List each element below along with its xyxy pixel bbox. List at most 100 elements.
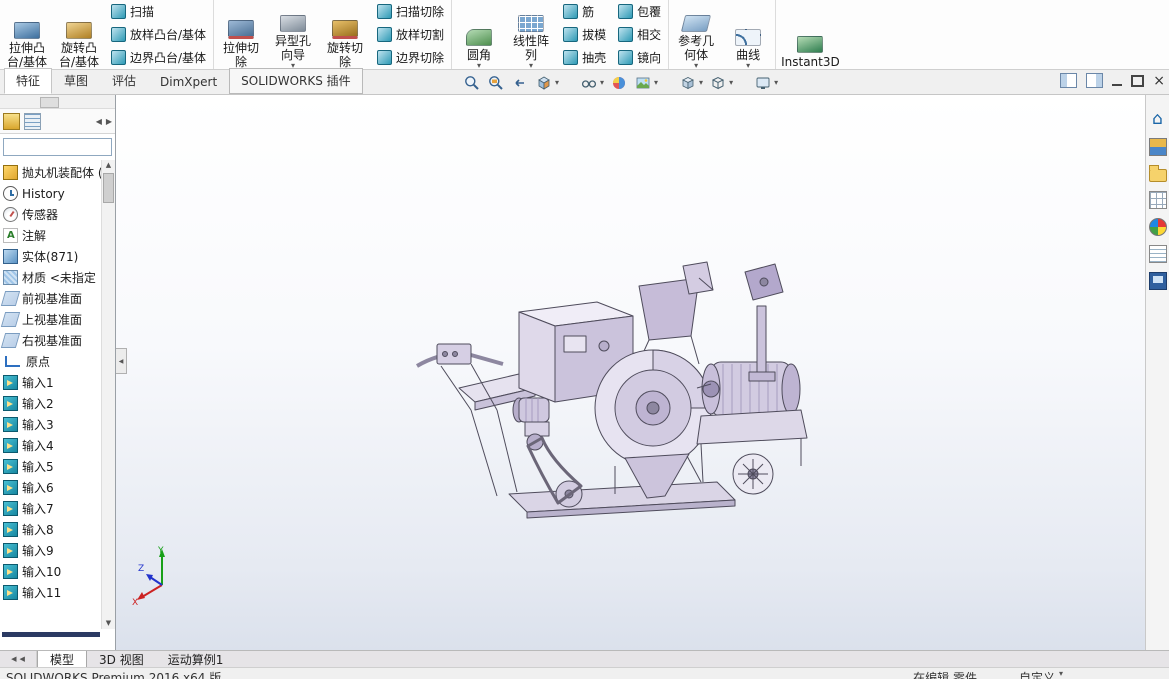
tree-item-input-4[interactable]: 输入4 [3, 435, 101, 456]
tree-item-origin[interactable]: 原点 [3, 351, 101, 372]
hide-show-items-icon[interactable] [579, 73, 598, 92]
shell-button[interactable]: 抽壳 [558, 46, 611, 69]
sweep-cut-button[interactable]: 扫描切除 [372, 0, 449, 23]
loft-boss-button[interactable]: 放样凸台/基体 [106, 23, 211, 46]
tab-evaluate[interactable]: 评估 [100, 68, 148, 94]
boundary-boss-button[interactable]: 边界凸台/基体 [106, 46, 211, 69]
linear-pattern-button[interactable]: 线性阵列 [506, 5, 556, 69]
tab-sketch[interactable]: 草图 [52, 68, 100, 94]
close-button[interactable]: × [1153, 74, 1165, 88]
tree-item-input-10[interactable]: 输入10 [3, 561, 101, 582]
extrude-cut-button[interactable]: 拉伸切除 [216, 5, 266, 69]
wrap-button[interactable]: 包覆 [613, 0, 666, 23]
solidworks-forum-icon[interactable] [1148, 272, 1167, 290]
tree-item-material[interactable]: 材质 <未指定 [3, 267, 101, 288]
tree-item-solid-bodies[interactable]: 实体(871) [3, 246, 101, 267]
dropdown-arrow-icon[interactable]: ▾ [699, 78, 703, 87]
pane-left-icon[interactable] [1060, 73, 1078, 88]
tree-scrollbar[interactable]: ▲ ▼ [101, 160, 115, 629]
minimize-button[interactable] [1112, 83, 1123, 86]
tab-dimxpert[interactable]: DimXpert [148, 71, 229, 94]
revolve-boss-button[interactable]: 旋转凸 台/基体 [54, 5, 104, 69]
tree-item-right-plane[interactable]: 右视基准面 [0, 330, 101, 351]
dropdown-arrow-icon[interactable]: ▾ [555, 78, 559, 87]
dropdown-arrow-icon[interactable]: ▾ [654, 78, 658, 87]
custom-properties-icon[interactable] [1148, 245, 1167, 263]
dropdown-arrow-icon[interactable]: ▾ [729, 78, 733, 87]
tree-item-history[interactable]: History [3, 183, 101, 204]
dropdown-arrow-icon[interactable]: ▾ [600, 78, 604, 87]
scroll-down-icon[interactable]: ▼ [106, 618, 111, 629]
design-library-icon[interactable] [1148, 138, 1167, 156]
tree-item-input-5[interactable]: 输入5 [3, 456, 101, 477]
tab-scroll-right-icon[interactable]: ▶ [106, 117, 112, 126]
tree-item-input-6[interactable]: 输入6 [3, 477, 101, 498]
revolve-cut-button[interactable]: 旋转切除 [320, 5, 370, 69]
tab-3d-views[interactable]: 3D 视图 [87, 651, 156, 667]
tab-motion-study-1[interactable]: 运动算例1 [156, 651, 236, 667]
previous-view-icon[interactable] [510, 73, 529, 92]
pane-right-icon[interactable] [1086, 73, 1104, 88]
scroll-left-icon[interactable]: ◀ [11, 655, 16, 663]
hole-wizard-button[interactable]: 异型孔 向导 [268, 5, 318, 69]
tree-item-input-11[interactable]: 输入11 [3, 582, 101, 603]
tree-filter-box[interactable] [3, 138, 112, 156]
reference-geometry-button[interactable]: 参考几 何体 [671, 5, 721, 69]
tab-scroll-left-icon[interactable]: ◀ [96, 117, 102, 126]
section-view-icon[interactable] [534, 73, 553, 92]
tree-item-input-7[interactable]: 输入7 [3, 498, 101, 519]
solidworks-window: 拉伸凸 台/基体 旋转凸 台/基体 扫描 放样凸台/基体 边界凸台/基体 拉伸切除 … [0, 0, 1169, 679]
view-palette-icon[interactable] [1148, 191, 1167, 209]
property-manager-tab-icon[interactable] [24, 112, 41, 130]
loft-cut-button[interactable]: 放样切割 [372, 23, 449, 46]
scroll-up-icon[interactable]: ▲ [106, 160, 111, 171]
scrollbar-thumb[interactable] [103, 173, 114, 203]
view-orientation-icon[interactable] [678, 73, 697, 92]
customize-status[interactable]: 自定义 ▾ [1019, 669, 1063, 679]
rollback-bar[interactable] [2, 632, 100, 637]
apply-scene-icon[interactable] [633, 73, 652, 92]
tree-item-input-2[interactable]: 输入2 [3, 393, 101, 414]
panel-collapse-handle[interactable] [40, 97, 59, 108]
dropdown-arrow-icon[interactable]: ▾ [774, 78, 778, 87]
boundary-cut-button[interactable]: 边界切除 [372, 46, 449, 69]
curves-button[interactable]: 曲线 [723, 5, 773, 69]
file-explorer-icon[interactable] [1148, 165, 1167, 182]
draft-button[interactable]: 拔模 [558, 23, 611, 46]
graphics-viewport[interactable]: ◀ Y X Z [116, 95, 1145, 650]
scroll-left-end-icon[interactable]: ◀ [20, 655, 25, 663]
display-style-icon[interactable] [708, 73, 727, 92]
machine-model[interactable] [401, 260, 841, 525]
tree-item-sensors[interactable]: 传感器 [3, 204, 101, 225]
home-icon[interactable] [1149, 111, 1167, 129]
zoom-to-area-icon[interactable] [486, 73, 505, 92]
edit-appearance-icon[interactable] [609, 73, 628, 92]
mirror-button[interactable]: 镜向 [613, 46, 666, 69]
tree-item-annotations[interactable]: 注解 [3, 225, 101, 246]
view-settings-icon[interactable] [753, 73, 772, 92]
appearances-scenes-icon[interactable] [1148, 218, 1167, 236]
orientation-triad: Y X Z [132, 546, 165, 607]
fillet-button[interactable]: 圆角 [454, 5, 504, 69]
tree-item-input-1[interactable]: 输入1 [3, 372, 101, 393]
zoom-fit-icon[interactable] [462, 73, 481, 92]
extrude-boss-button[interactable]: 拉伸凸 台/基体 [2, 5, 52, 69]
intersect-button[interactable]: 相交 [613, 23, 666, 46]
tree-item-assembly-root[interactable]: 抛丸机装配体 (默 [3, 162, 101, 183]
reference-geometry-icon [680, 15, 712, 32]
tree-item-input-3[interactable]: 输入3 [3, 414, 101, 435]
sweep-button[interactable]: 扫描 [106, 0, 211, 23]
tree-item-front-plane[interactable]: 前视基准面 [0, 288, 101, 309]
tree-item-top-plane[interactable]: 上视基准面 [0, 309, 101, 330]
tab-scroll-buttons[interactable]: ◀ ◀ [0, 651, 37, 667]
feature-manager-tab-icon[interactable] [3, 112, 20, 130]
tab-model[interactable]: 模型 [37, 651, 88, 667]
restore-button[interactable] [1131, 74, 1145, 87]
instant3d-button[interactable]: Instant3D [778, 5, 843, 69]
tab-solidworks-addins[interactable]: SOLIDWORKS 插件 [229, 68, 363, 94]
tab-features[interactable]: 特征 [4, 68, 53, 94]
tree-item-input-9[interactable]: 输入9 [3, 540, 101, 561]
tree-item-input-8[interactable]: 输入8 [3, 519, 101, 540]
panel-splitter-tab[interactable]: ◀ [116, 348, 127, 374]
rib-button[interactable]: 筋 [558, 0, 611, 23]
